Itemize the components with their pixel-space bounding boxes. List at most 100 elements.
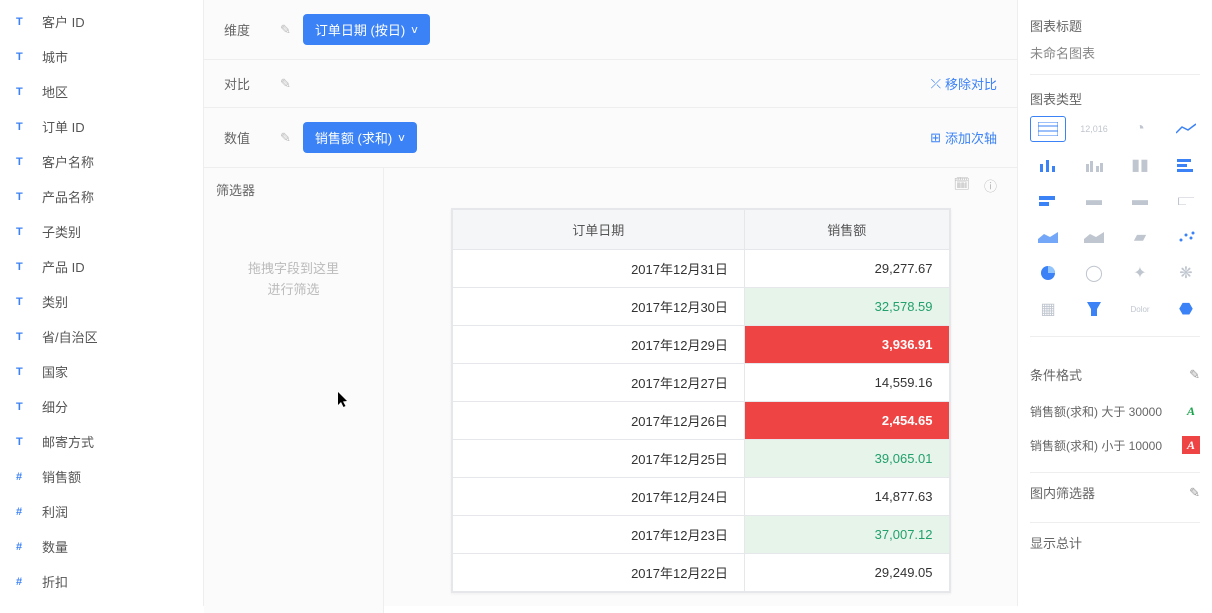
cell-date: 2017年12月27日 bbox=[452, 364, 744, 402]
cell-date: 2017年12月22日 bbox=[452, 554, 744, 592]
field-item[interactable]: #数量 bbox=[0, 529, 203, 564]
table-row: 2017年12月30日32,578.59 bbox=[452, 288, 949, 326]
text-icon: T bbox=[16, 261, 34, 273]
cell-value: 14,559.16 bbox=[744, 364, 949, 402]
chart-type-donut[interactable]: ◯ bbox=[1076, 260, 1112, 286]
field-label: 产品 ID bbox=[42, 257, 85, 276]
table-row: 2017年12月25日39,065.01 bbox=[452, 440, 949, 478]
field-item[interactable]: T子类别 bbox=[0, 214, 203, 249]
field-label: 客户 ID bbox=[42, 12, 85, 31]
chart-preview: 🗓︎ ⓘ 订单日期 销售额 2017年12月31日29,277.672017年1… bbox=[384, 168, 1017, 613]
pencil-icon[interactable]: ✎ bbox=[280, 130, 291, 146]
text-icon: T bbox=[16, 331, 34, 343]
info-icon[interactable]: ⓘ bbox=[984, 176, 997, 195]
pencil-icon[interactable]: ✎ bbox=[1189, 367, 1200, 383]
field-item[interactable]: T类别 bbox=[0, 284, 203, 319]
remove-compare-link[interactable]: ⤫ 移除对比 bbox=[931, 74, 997, 93]
field-item[interactable]: #销售额 bbox=[0, 459, 203, 494]
chart-type-bar[interactable] bbox=[1030, 152, 1066, 178]
chart-type-area[interactable] bbox=[1030, 224, 1066, 250]
dimension-label: 维度 bbox=[224, 20, 274, 39]
remove-icon: ⤫ bbox=[931, 76, 941, 92]
field-label: 数量 bbox=[42, 537, 68, 556]
chart-type-scatter[interactable] bbox=[1168, 224, 1204, 250]
text-icon: T bbox=[16, 226, 34, 238]
chart-title-input[interactable]: 未命名图表 bbox=[1030, 43, 1200, 75]
field-item[interactable]: T地区 bbox=[0, 74, 203, 109]
chart-type-radar[interactable]: ✦ bbox=[1122, 260, 1158, 286]
data-table: 订单日期 销售额 2017年12月31日29,277.672017年12月30日… bbox=[452, 209, 950, 592]
remove-compare-label: 移除对比 bbox=[945, 74, 997, 93]
number-icon: # bbox=[16, 506, 34, 518]
table-row: 2017年12月31日29,277.67 bbox=[452, 250, 949, 288]
chart-type-map[interactable]: ⬣ bbox=[1168, 296, 1204, 322]
pencil-icon[interactable]: ✎ bbox=[280, 22, 291, 38]
chart-type-combo[interactable]: ⫍ bbox=[1168, 188, 1204, 214]
text-icon: T bbox=[16, 121, 34, 133]
text-icon: T bbox=[16, 401, 34, 413]
pencil-icon[interactable]: ✎ bbox=[1189, 485, 1200, 501]
field-item[interactable]: T订单 ID bbox=[0, 109, 203, 144]
chart-type-horizontal-grouped[interactable] bbox=[1030, 188, 1066, 214]
format-rule[interactable]: 销售额(求和) 大于 30000 A bbox=[1030, 394, 1200, 428]
value-pill[interactable]: 销售额 (求和) ⅴ bbox=[303, 122, 417, 153]
text-icon: T bbox=[16, 191, 34, 203]
chart-type-stacked-bar[interactable]: ▮▮ bbox=[1122, 152, 1158, 178]
value-pill-label: 销售额 (求和) bbox=[315, 128, 392, 147]
field-item[interactable]: #利润 bbox=[0, 494, 203, 529]
field-item[interactable]: #行 ID bbox=[0, 599, 203, 606]
column-header-value[interactable]: 销售额 bbox=[744, 210, 949, 250]
chart-type-gauge[interactable]: ◔ bbox=[1122, 116, 1158, 142]
chart-type-table[interactable] bbox=[1030, 116, 1066, 142]
chart-type-line[interactable] bbox=[1168, 116, 1204, 142]
field-label: 折扣 bbox=[42, 572, 68, 591]
filter-dropzone[interactable]: 拖拽字段到这里进行筛选 bbox=[216, 239, 371, 321]
cell-value: 32,578.59 bbox=[744, 288, 949, 326]
chart-type-number[interactable]: 12,016 bbox=[1076, 116, 1112, 142]
chart-type-grouped-bar[interactable] bbox=[1076, 152, 1112, 178]
field-item[interactable]: T产品名称 bbox=[0, 179, 203, 214]
chart-type-percent-bar[interactable]: ▬ bbox=[1122, 188, 1158, 214]
compare-label: 对比 bbox=[224, 74, 274, 93]
pencil-icon[interactable]: ✎ bbox=[280, 76, 291, 92]
add-axis-link[interactable]: ⊞ 添加次轴 bbox=[930, 128, 997, 147]
text-color-green-icon: A bbox=[1182, 402, 1200, 420]
fields-sidebar: T客户 IDT城市T地区T订单 IDT客户名称T产品名称T子类别T产品 IDT类… bbox=[0, 0, 204, 606]
cell-value: 2,454.65 bbox=[744, 402, 949, 440]
calendar-icon[interactable]: 🗓︎ bbox=[953, 176, 970, 195]
chart-type-funnel[interactable] bbox=[1076, 296, 1112, 322]
chart-type-horizontal-bar[interactable] bbox=[1168, 152, 1204, 178]
cell-value: 37,007.12 bbox=[744, 516, 949, 554]
chart-type-rose[interactable]: ❋ bbox=[1168, 260, 1204, 286]
column-header-date[interactable]: 订单日期 bbox=[452, 210, 744, 250]
cell-value: 29,249.05 bbox=[744, 554, 949, 592]
field-item[interactable]: T客户名称 bbox=[0, 144, 203, 179]
format-rule[interactable]: 销售额(求和) 小于 10000 A bbox=[1030, 428, 1200, 462]
field-label: 类别 bbox=[42, 292, 68, 311]
chart-type-horizontal-stacked[interactable]: ▬ bbox=[1076, 188, 1112, 214]
field-label: 地区 bbox=[42, 82, 68, 101]
field-item[interactable]: T城市 bbox=[0, 39, 203, 74]
field-item[interactable]: T 国家 bbox=[0, 354, 203, 389]
field-item[interactable]: # 折扣 bbox=[0, 564, 203, 599]
number-icon: # bbox=[16, 576, 34, 588]
chart-type-percent-area[interactable]: ▰ bbox=[1122, 224, 1158, 250]
chevron-down-icon: ⅴ bbox=[398, 131, 405, 144]
field-item[interactable]: T 产品 ID bbox=[0, 249, 203, 284]
chart-type-pie[interactable] bbox=[1030, 260, 1066, 286]
field-item[interactable]: T客户 ID bbox=[0, 4, 203, 39]
compare-row: 对比 ✎ ⤫ 移除对比 bbox=[204, 60, 1017, 108]
chart-type-treemap[interactable]: ▦ bbox=[1030, 296, 1066, 322]
field-label: 国家 bbox=[42, 362, 68, 381]
chart-type-stacked-area[interactable] bbox=[1076, 224, 1112, 250]
field-item[interactable]: T省/自治区 bbox=[0, 319, 203, 354]
dimension-pill[interactable]: 订单日期 (按日) ⅴ bbox=[303, 14, 430, 45]
add-axis-label: 添加次轴 bbox=[945, 128, 997, 147]
text-icon: T bbox=[16, 51, 34, 63]
text-icon: T bbox=[16, 366, 34, 378]
field-item[interactable]: T邮寄方式 bbox=[0, 424, 203, 459]
text-icon: T bbox=[16, 436, 34, 448]
field-item[interactable]: T细分 bbox=[0, 389, 203, 424]
chart-type-word[interactable]: Dolor bbox=[1122, 296, 1158, 322]
cell-date: 2017年12月26日 bbox=[452, 402, 744, 440]
